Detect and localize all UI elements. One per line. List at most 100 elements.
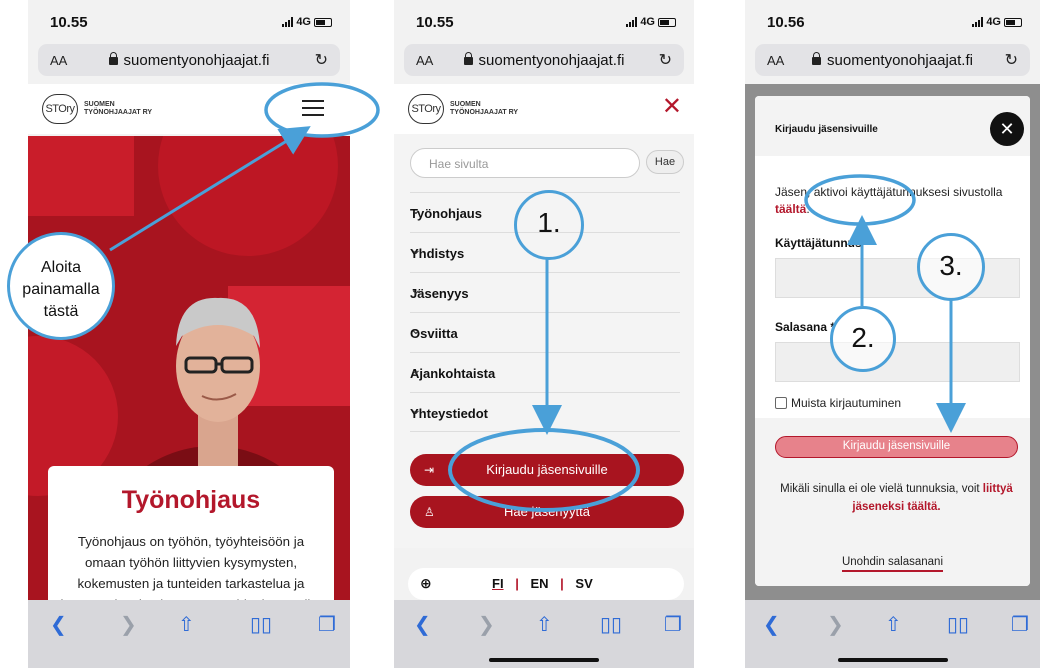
bookmarks-icon[interactable]: ▯▯ (600, 612, 622, 637)
user-icon: ♙ (424, 505, 435, 519)
modal-header: Kirjaudu jäsensivuille ✕ (755, 96, 1030, 156)
address-bar[interactable]: AA suomentyonohjaajat.fi ↻ (755, 44, 1030, 76)
phone-menu-screen: 10.55 4G AA suomentyonohjaajat.fi ↻ STOr… (394, 0, 694, 668)
hamburger-menu-icon[interactable] (302, 100, 324, 116)
battery-icon (314, 17, 332, 27)
username-label: Käyttäjätunnus * (775, 236, 870, 250)
hero-pattern (28, 136, 134, 216)
signal-indicator: 4G (282, 16, 332, 28)
menu-item[interactable]: Yhteystiedot ⌄ (410, 392, 680, 432)
close-menu-icon[interactable]: ✕ (662, 92, 682, 121)
address-bar[interactable]: AA suomentyonohjaajat.fi ↻ (38, 44, 340, 76)
logo-text: SUOMEN TYÖNOHJAAJAT RY (84, 101, 153, 116)
share-icon[interactable]: ⇧ (178, 612, 195, 637)
forward-icon[interactable]: ❯ (827, 612, 844, 637)
reload-icon[interactable]: ↻ (659, 50, 672, 70)
forward-icon[interactable]: ❯ (478, 612, 495, 637)
home-indicator (837, 658, 948, 662)
domain-text: suomentyonohjaajat.fi (827, 52, 973, 69)
activation-text: Jäsen, aktivoi käyttäjätunnuksesi sivust… (775, 185, 1003, 216)
checkbox-icon (775, 397, 787, 409)
status-time: 10.55 (416, 14, 454, 31)
search-button[interactable]: Hae (646, 150, 684, 174)
chevron-down-icon: ⌄ (410, 361, 422, 377)
domain-text: suomentyonohjaajat.fi (123, 52, 270, 69)
status-bar: 10.55 4G (394, 14, 694, 34)
lang-sv[interactable]: SV (575, 576, 592, 591)
chevron-down-icon: ⌄ (410, 321, 422, 337)
reload-icon[interactable]: ↻ (315, 50, 328, 70)
login-form: Jäsen, aktivoi käyttäjätunnuksesi sivust… (775, 156, 1020, 410)
tabs-icon[interactable]: ❐ (664, 612, 682, 637)
reload-icon[interactable]: ↻ (1005, 50, 1018, 70)
signal-bars-icon (972, 17, 984, 27)
lock-icon (463, 52, 473, 65)
site-logo[interactable]: STOry SUOMEN TYÖNOHJAAJAT RY (408, 94, 518, 124)
safari-toolbar: ❮ ❯ ⇧ ▯▯ ❐ (745, 600, 1040, 668)
annotation-step-2: 2. (830, 306, 896, 372)
status-bar: 10.55 4G (28, 14, 350, 34)
menu-item[interactable]: Osviitta ⌄ (410, 312, 680, 352)
card-title: Työnohjaus (121, 486, 261, 514)
share-icon[interactable]: ⇧ (536, 612, 553, 637)
chevron-down-icon: ⌄ (410, 281, 422, 297)
url-domain: suomentyonohjaajat.fi (755, 52, 1030, 69)
signal-bars-icon (626, 17, 638, 27)
chevron-down-icon: ⌄ (410, 401, 422, 417)
status-time: 10.55 (50, 14, 88, 31)
signal-indicator: 4G (972, 16, 1022, 28)
forgot-password[interactable]: Unohdin salasanani (755, 556, 1030, 572)
network-label: 4G (640, 16, 655, 28)
modal-title: Kirjaudu jäsensivuille (775, 124, 878, 135)
language-switcher: ⊕ FI | EN | SV (408, 568, 684, 600)
tabs-icon[interactable]: ❐ (318, 612, 336, 637)
remember-checkbox[interactable]: Muista kirjautuminen (775, 396, 1020, 410)
signal-bars-icon (282, 17, 294, 27)
search-input[interactable]: Hae sivulta (410, 148, 640, 178)
lang-en[interactable]: EN (530, 576, 548, 591)
tutorial-stage: 10.55 4G AA suomentyonohjaajat.fi ↻ STOr… (0, 0, 1040, 668)
network-label: 4G (296, 16, 311, 28)
search-placeholder: Hae sivulta (429, 157, 489, 171)
site-logo[interactable]: STOry SUOMEN TYÖNOHJAAJAT RY (42, 94, 152, 124)
lock-icon (108, 52, 118, 65)
annotation-step-3: 3. (917, 233, 985, 301)
logo-text: SUOMEN TYÖNOHJAAJAT RY (450, 101, 519, 116)
battery-icon (1004, 17, 1022, 27)
home-indicator (489, 658, 599, 662)
join-button[interactable]: ♙ Hae jäsenyyttä (410, 496, 684, 528)
status-time: 10.56 (767, 14, 805, 31)
status-bar: 10.56 4G (745, 14, 1040, 34)
back-icon[interactable]: ❮ (763, 612, 780, 637)
site-header: STOry SUOMEN TYÖNOHJAAJAT RY ✕ (394, 84, 694, 134)
activation-link[interactable]: täältä (775, 202, 806, 216)
tabs-icon[interactable]: ❐ (1011, 612, 1029, 637)
lang-fi[interactable]: FI (492, 576, 504, 591)
close-icon[interactable]: ✕ (990, 112, 1024, 146)
safari-toolbar: ❮ ❯ ⇧ ▯▯ ❐ (394, 600, 694, 668)
back-icon[interactable]: ❮ (50, 612, 67, 637)
site-header: STOry SUOMEN TYÖNOHJAAJAT RY (28, 84, 350, 134)
login-icon: ⇥ (424, 463, 435, 477)
bookmarks-icon[interactable]: ▯▯ (250, 612, 272, 637)
menu-item[interactable]: Ajankohtaista ⌄ (410, 352, 680, 392)
domain-text: suomentyonohjaajat.fi (478, 52, 625, 69)
annotation-callout-start: Aloita painamalla tästä (7, 232, 115, 340)
modal-footer: Kirjaudu jäsensivuille Mikäli sinulla ei… (755, 418, 1030, 586)
safari-toolbar: ❮ ❯ ⇧ ▯▯ ❐ (28, 600, 350, 668)
forward-icon[interactable]: ❯ (120, 612, 137, 637)
password-field[interactable] (775, 342, 1020, 382)
logo-mark: STOry (408, 94, 444, 124)
network-label: 4G (986, 16, 1001, 28)
logo-mark: STOry (42, 94, 78, 124)
address-bar[interactable]: AA suomentyonohjaajat.fi ↻ (404, 44, 684, 76)
login-submit-button[interactable]: Kirjaudu jäsensivuille (775, 436, 1018, 458)
menu-item[interactable]: Jäsenyys ⌄ (410, 272, 680, 312)
annotation-step-1: 1. (514, 190, 584, 260)
password-label: Salasana * (775, 320, 836, 334)
share-icon[interactable]: ⇧ (885, 612, 902, 637)
bookmarks-icon[interactable]: ▯▯ (947, 612, 969, 637)
back-icon[interactable]: ❮ (414, 612, 431, 637)
login-button[interactable]: ⇥ Kirjaudu jäsensivuille (410, 454, 684, 486)
lock-icon (812, 52, 822, 65)
